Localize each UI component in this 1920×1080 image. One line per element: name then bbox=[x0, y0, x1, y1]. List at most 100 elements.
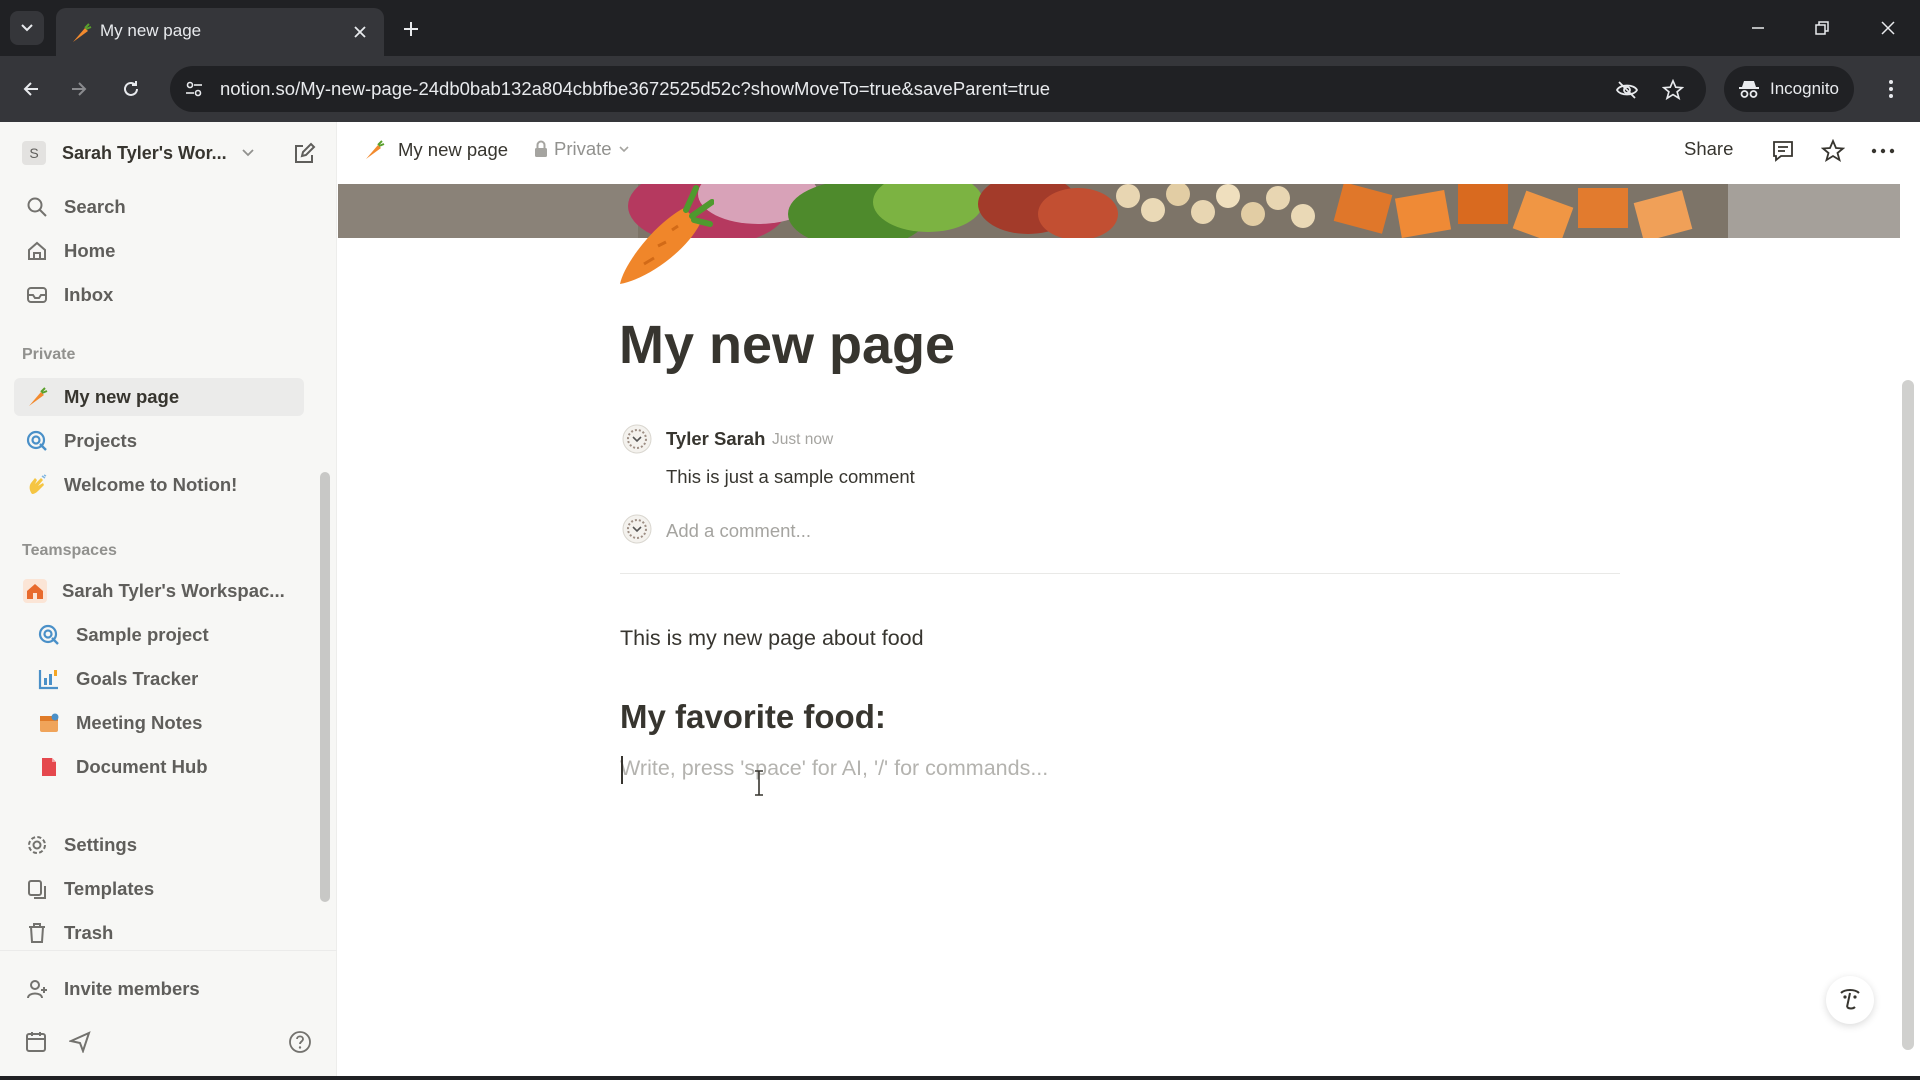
sidebar-item-label: Document Hub bbox=[76, 756, 208, 777]
calendar-icon bbox=[36, 710, 62, 736]
sidebar-item-meeting-notes[interactable]: Meeting Notes bbox=[14, 704, 304, 742]
sidebar-item-home[interactable]: Home bbox=[14, 232, 304, 270]
comments-button[interactable] bbox=[1768, 136, 1798, 166]
lock-icon bbox=[535, 140, 547, 157]
privacy-label: Private bbox=[554, 138, 612, 159]
page-cover-image[interactable] bbox=[338, 184, 1900, 238]
invite-members-button[interactable]: Invite members bbox=[14, 970, 304, 1008]
page-topbar: My new page Private Share bbox=[338, 122, 1920, 184]
sidebar-item-document-hub[interactable]: Document Hub bbox=[14, 748, 304, 786]
avatar[interactable] bbox=[622, 424, 652, 454]
forward-button[interactable] bbox=[62, 72, 96, 106]
incognito-indicator[interactable]: Incognito bbox=[1724, 66, 1854, 112]
star-icon bbox=[1821, 139, 1845, 162]
carrot-icon bbox=[24, 384, 50, 410]
mail-app-button[interactable] bbox=[66, 1028, 94, 1056]
favorite-button[interactable] bbox=[1818, 136, 1848, 166]
share-button[interactable]: Share bbox=[1684, 138, 1733, 160]
scrollbar-thumb[interactable] bbox=[320, 472, 330, 902]
address-bar[interactable]: notion.so/My-new-page-24db0bab132a804cbb… bbox=[170, 66, 1706, 112]
sidebar-item-my-new-page[interactable]: My new page bbox=[14, 378, 304, 416]
section-label-teamspaces[interactable]: Teamspaces bbox=[22, 542, 117, 560]
close-icon[interactable] bbox=[348, 20, 372, 44]
more-options-button[interactable] bbox=[1868, 136, 1898, 166]
text-caret bbox=[621, 756, 623, 784]
main-scrollbar[interactable] bbox=[1902, 380, 1914, 1050]
back-button[interactable] bbox=[14, 72, 48, 106]
chevron-down-icon bbox=[619, 146, 629, 153]
tab-search-button[interactable] bbox=[10, 11, 44, 45]
add-comment-input[interactable]: Add a comment... bbox=[666, 520, 811, 542]
browser-menu-button[interactable] bbox=[1876, 72, 1906, 106]
sidebar-item-label: Trash bbox=[64, 922, 114, 943]
workspace-name: Sarah Tyler's Wor... bbox=[62, 142, 227, 163]
help-button[interactable] bbox=[286, 1028, 314, 1056]
page-title[interactable]: My new page bbox=[619, 314, 955, 376]
sidebar-item-teamspace[interactable]: Sarah Tyler's Workspac... bbox=[14, 572, 304, 610]
ibeam-cursor-icon bbox=[752, 770, 766, 796]
workspace-switcher[interactable]: S Sarah Tyler's Wor... bbox=[22, 136, 272, 170]
sidebar-item-label: Projects bbox=[64, 430, 138, 451]
restore-icon bbox=[1815, 21, 1829, 35]
incognito-label: Incognito bbox=[1770, 79, 1839, 98]
sidebar-item-sample-project[interactable]: Sample project bbox=[14, 616, 304, 654]
home-icon bbox=[24, 238, 50, 264]
restore-button[interactable] bbox=[1804, 10, 1840, 46]
chevron-down-icon bbox=[241, 148, 255, 158]
minimize-icon bbox=[1752, 27, 1764, 29]
target-icon bbox=[36, 622, 62, 648]
new-page-button[interactable] bbox=[290, 140, 318, 168]
sidebar-item-label: Sample project bbox=[76, 624, 209, 645]
sidebar-item-search[interactable]: Search bbox=[14, 188, 304, 226]
browser-tab[interactable]: My new page bbox=[56, 8, 384, 56]
document-icon bbox=[36, 754, 62, 780]
sidebar-item-inbox[interactable]: Inbox bbox=[14, 276, 304, 314]
privacy-selector[interactable]: Private bbox=[534, 138, 630, 160]
eye-off-icon[interactable] bbox=[1614, 77, 1640, 103]
comment-body: This is just a sample comment bbox=[666, 466, 915, 487]
sidebar-item-settings[interactable]: Settings bbox=[14, 826, 304, 864]
chart-icon bbox=[36, 666, 62, 692]
more-horizontal-icon bbox=[1871, 148, 1895, 154]
bookmark-star-icon[interactable] bbox=[1660, 77, 1686, 103]
comment-icon bbox=[1773, 141, 1793, 162]
notion-ai-button[interactable] bbox=[1826, 976, 1874, 1024]
heading-block[interactable]: My favorite food: bbox=[620, 698, 886, 736]
kebab-menu-icon bbox=[1889, 80, 1893, 98]
breadcrumb[interactable]: My new page bbox=[362, 138, 508, 162]
sidebar-item-welcome[interactable]: Welcome to Notion! bbox=[14, 466, 304, 504]
send-icon bbox=[69, 1031, 91, 1053]
templates-icon bbox=[24, 876, 50, 902]
reload-icon bbox=[124, 81, 138, 96]
incognito-icon bbox=[1739, 81, 1759, 98]
page-icon-carrot[interactable] bbox=[614, 184, 715, 290]
new-tab-button[interactable] bbox=[396, 14, 426, 44]
comment-author[interactable]: Tyler Sarah bbox=[666, 428, 765, 450]
sidebar-item-goals-tracker[interactable]: Goals Tracker bbox=[14, 660, 304, 698]
section-label-private[interactable]: Private bbox=[22, 346, 75, 364]
trash-icon bbox=[24, 920, 50, 946]
wave-hand-icon bbox=[24, 472, 50, 498]
sidebar: S Sarah Tyler's Wor... Search Home Inbox… bbox=[0, 122, 337, 1080]
sidebar-item-trash[interactable]: Trash bbox=[14, 914, 304, 952]
window-bottom-edge bbox=[0, 1076, 1920, 1080]
sidebar-scrollbar[interactable] bbox=[320, 352, 330, 902]
comment-divider bbox=[620, 573, 1620, 574]
text-block[interactable]: This is my new page about food bbox=[620, 626, 924, 651]
reload-button[interactable] bbox=[114, 72, 148, 106]
workspace-avatar: S bbox=[22, 141, 46, 165]
window-close-button[interactable] bbox=[1870, 10, 1906, 46]
minimize-button[interactable] bbox=[1740, 10, 1776, 46]
sidebar-item-label: Welcome to Notion! bbox=[64, 474, 238, 495]
calendar-app-button[interactable] bbox=[22, 1028, 50, 1056]
invite-user-icon bbox=[24, 976, 50, 1002]
target-icon bbox=[24, 428, 50, 454]
chevron-down-icon bbox=[21, 24, 33, 32]
empty-block-placeholder[interactable]: Write, press 'space' for AI, '/' for com… bbox=[620, 756, 1048, 781]
sidebar-item-label: Sarah Tyler's Workspac... bbox=[62, 580, 285, 601]
url-text: notion.so/My-new-page-24db0bab132a804cbb… bbox=[220, 78, 1051, 99]
sidebar-item-projects[interactable]: Projects bbox=[14, 422, 304, 460]
sidebar-item-templates[interactable]: Templates bbox=[14, 870, 304, 908]
sidebar-divider bbox=[0, 950, 337, 951]
site-settings-icon[interactable] bbox=[182, 77, 206, 101]
